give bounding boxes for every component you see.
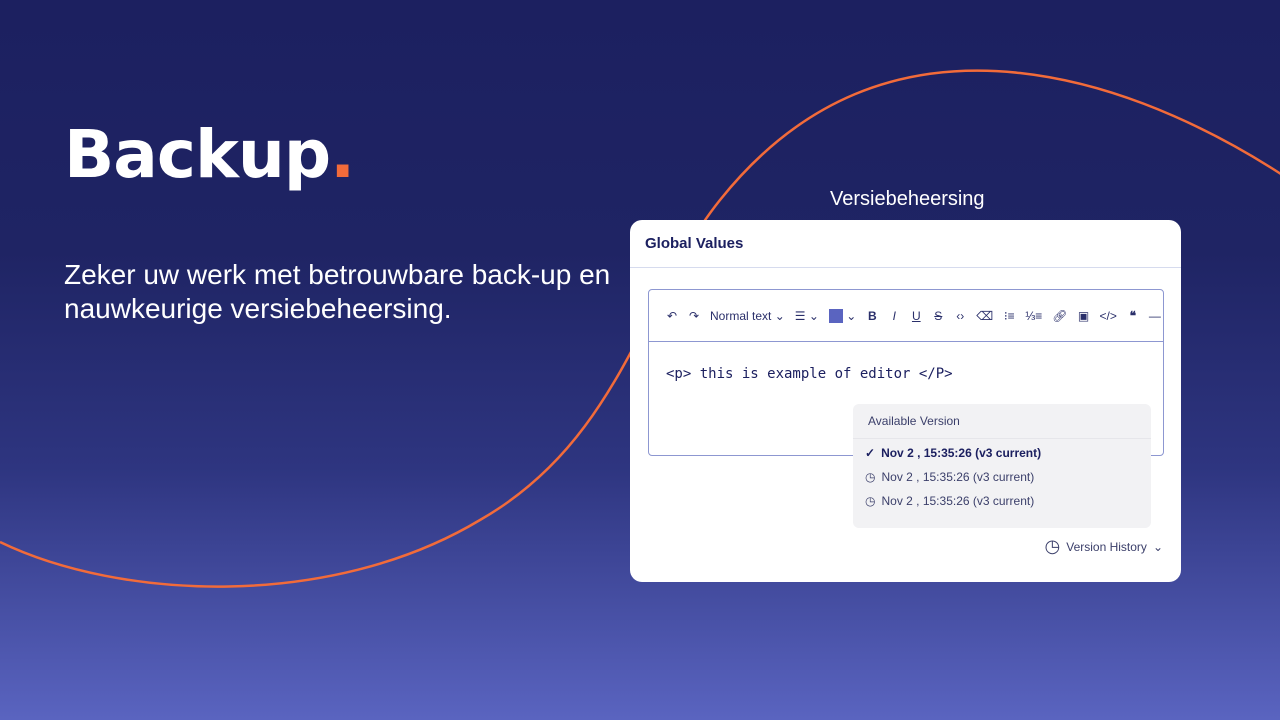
strikethrough-icon[interactable]: S — [932, 308, 944, 324]
link-icon[interactable]: 🔗︎ — [1052, 308, 1067, 324]
bullet-list-icon[interactable]: ⁝≡ — [1003, 308, 1015, 324]
redo-icon[interactable]: ↷ — [688, 308, 700, 324]
editor-card: Global Values ↶ ↷ Normal text ⌄ ☰ ⌄ ⌄ B … — [630, 220, 1181, 582]
page-title: Backup. — [64, 116, 355, 193]
code-inline-icon[interactable]: ‹› — [954, 308, 966, 324]
undo-icon[interactable]: ↶ — [666, 308, 678, 324]
version-history-button[interactable]: ◷ Version History ⌄ — [1045, 536, 1163, 557]
code-block-icon[interactable]: </> — [1100, 308, 1117, 324]
clock-icon: ◷ — [1044, 536, 1061, 556]
image-icon[interactable]: ▣ — [1078, 308, 1090, 324]
align-dropdown[interactable]: ☰ ⌄ — [795, 308, 819, 324]
color-swatch — [828, 308, 843, 323]
underline-icon[interactable]: U — [910, 308, 922, 324]
numbered-list-icon[interactable]: ⅓≡ — [1025, 308, 1042, 324]
feature-caption: Versiebeheersing — [830, 188, 985, 210]
bold-icon[interactable]: B — [866, 308, 878, 324]
italic-icon[interactable]: I — [888, 308, 900, 324]
version-item[interactable]: ✓ Nov 2 , 15:35:26 (v3 current) — [853, 441, 1151, 465]
clock-icon: ◷ — [865, 494, 876, 508]
clear-format-icon[interactable]: ⌫ — [976, 308, 993, 324]
clock-icon: ◷ — [865, 470, 876, 484]
version-item[interactable]: ◷ Nov 2 , 15:35:26 (v3 current) — [853, 465, 1151, 489]
chevron-down-icon: ⌄ — [1152, 539, 1163, 554]
text-color-picker[interactable]: ⌄ — [828, 308, 856, 324]
editor-content[interactable]: <p> this is example of editor </P> — [649, 342, 1163, 406]
hero-subtitle: Zeker uw werk met betrouwbare back-up en… — [64, 259, 611, 324]
version-item[interactable]: ◷ Nov 2 , 15:35:26 (v3 current) — [853, 489, 1151, 513]
version-dropdown: Available Version ✓ Nov 2 , 15:35:26 (v3 … — [853, 404, 1151, 528]
check-icon: ✓ — [865, 446, 876, 460]
card-title: Global Values — [630, 220, 1181, 268]
editor-toolbar: ↶ ↷ Normal text ⌄ ☰ ⌄ ⌄ B I U S ‹› ⌫ ⁝≡ … — [649, 290, 1163, 342]
text-style-dropdown[interactable]: Normal text ⌄ — [710, 308, 785, 324]
horizontal-rule-icon[interactable]: — — [1149, 308, 1161, 324]
quote-icon[interactable]: ❝ — [1127, 308, 1139, 324]
version-header: Available Version — [853, 404, 1151, 439]
